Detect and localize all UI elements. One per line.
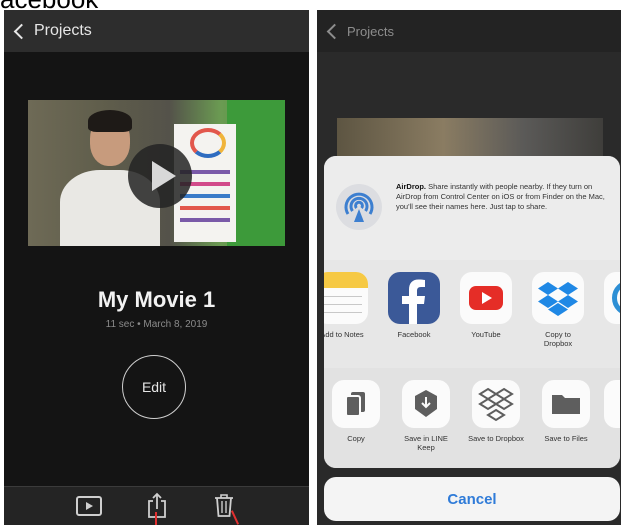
- share-app-notes[interactable]: Add to Notes: [324, 272, 370, 339]
- airdrop-title: AirDrop.: [396, 182, 426, 191]
- share-app-dropbox[interactable]: Copy to Dropbox: [530, 272, 586, 348]
- more-action-icon: [604, 380, 620, 428]
- chevron-left-icon: [13, 23, 30, 39]
- airdrop-description: AirDrop. Share instantly with people nea…: [396, 182, 614, 212]
- folder-icon: [542, 380, 590, 428]
- back-label: Projects: [34, 22, 92, 39]
- delete-button[interactable]: [214, 493, 234, 522]
- navigation-bar: Projects: [4, 10, 309, 52]
- share-sheet: AirDrop. Share instantly with people nea…: [324, 156, 620, 468]
- share-actions-row: Copy Save in LINE Keep Save to Dropbox S…: [324, 368, 620, 468]
- play-preview-icon: [76, 496, 102, 516]
- poster-logo: [190, 128, 226, 158]
- action-more[interactable]: [598, 380, 620, 434]
- poster-line: [180, 218, 230, 222]
- poster-line: [180, 194, 230, 198]
- cancel-button[interactable]: Cancel: [324, 477, 620, 521]
- share-app-youtube[interactable]: YouTube: [458, 272, 514, 339]
- annotation-line: [155, 512, 157, 525]
- share-app-facebook[interactable]: Facebook: [386, 272, 442, 339]
- facebook-icon: [388, 272, 440, 324]
- share-sheet-screen: Projects AirDrop. Share instantly with p…: [317, 10, 621, 525]
- notes-icon: [324, 272, 368, 324]
- share-app-more[interactable]: Mo: [602, 272, 620, 339]
- navigation-bar: Projects: [317, 10, 621, 52]
- airdrop-text: Share instantly with people nearby. If t…: [396, 182, 605, 211]
- movie-title: My Movie 1: [97, 287, 216, 312]
- share-app-label: YouTube: [471, 330, 501, 339]
- share-app-label: Mo: [602, 330, 620, 339]
- youtube-icon: [460, 272, 512, 324]
- airdrop-icon[interactable]: [336, 184, 382, 230]
- action-label: Save in LINE Keep: [404, 434, 448, 452]
- copy-icon: [332, 380, 380, 428]
- share-app-label: Add to Notes: [324, 330, 364, 339]
- movie-project-screen: Projects My Movie 1 11 sec • March 8, 20…: [4, 10, 309, 525]
- share-icon: [148, 492, 166, 518]
- thumbnail-person-hair: [88, 110, 132, 132]
- edit-label: Edit: [141, 379, 167, 395]
- share-app-label: Copy to Dropbox: [543, 330, 573, 348]
- share-apps-row: Add to Notes Facebook YouTube Copy to Dr…: [324, 260, 620, 369]
- play-button[interactable]: [128, 144, 192, 208]
- share-button[interactable]: [147, 492, 167, 523]
- action-label: Save to Dropbox: [468, 434, 524, 443]
- back-label: Projects: [347, 23, 394, 39]
- more-app-icon: [604, 272, 620, 324]
- poster-line: [180, 206, 230, 210]
- back-button[interactable]: Projects: [12, 20, 92, 42]
- action-label: Copy: [347, 434, 365, 443]
- play-icon: [152, 161, 176, 191]
- chevron-left-icon: [326, 23, 343, 39]
- line-keep-icon: [402, 380, 450, 428]
- action-save-dropbox[interactable]: Save to Dropbox: [466, 380, 526, 443]
- airdrop-section: AirDrop. Share instantly with people nea…: [324, 156, 620, 261]
- play-preview-button[interactable]: [76, 496, 102, 521]
- edit-button[interactable]: Edit: [122, 355, 186, 419]
- share-app-label: Facebook: [397, 330, 431, 339]
- movie-meta: 11 sec • March 8, 2019: [105, 319, 208, 330]
- cancel-label: Cancel: [447, 490, 497, 508]
- movie-thumbnail[interactable]: [28, 100, 285, 246]
- action-copy[interactable]: Copy: [326, 380, 386, 443]
- action-label: Save to Files: [544, 434, 588, 443]
- action-save-files[interactable]: Save to Files: [536, 380, 596, 443]
- dropbox-icon: [472, 380, 520, 428]
- action-line-keep[interactable]: Save in LINE Keep: [396, 380, 456, 452]
- dropbox-icon: [532, 272, 584, 324]
- back-button[interactable]: Projects: [325, 20, 394, 42]
